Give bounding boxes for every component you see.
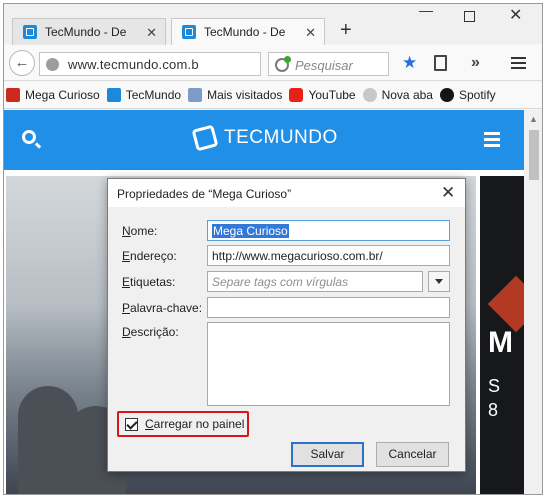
bookmark-properties-dialog: Propriedades de “Mega Curioso” ✕ Nome: M… bbox=[107, 178, 466, 472]
library-icon[interactable] bbox=[434, 55, 447, 71]
keyword-label: Palavra-chave: bbox=[122, 301, 203, 315]
name-field[interactable]: Mega Curioso bbox=[207, 220, 450, 241]
youtube-icon bbox=[289, 88, 304, 102]
tecmundo-favicon-icon bbox=[23, 25, 37, 39]
back-button[interactable]: ← bbox=[9, 50, 35, 76]
search-placeholder: Pesquisar bbox=[295, 58, 353, 73]
window-close-button[interactable]: ✕ bbox=[509, 5, 522, 25]
description-label: Descrição: bbox=[122, 325, 179, 339]
tab-title: TecMundo - De bbox=[204, 25, 286, 39]
browser-window: TecMundo - De ✕ TecMundo - De ✕ + — ✕ ← … bbox=[3, 3, 543, 495]
bookmark-label: Mais visitados bbox=[207, 88, 283, 102]
tecmundo-icon bbox=[106, 88, 121, 102]
bookmark-label: Nova aba bbox=[381, 88, 433, 102]
name-label: Nome: bbox=[122, 224, 158, 238]
address-field[interactable]: http://www.megacurioso.com.br/ bbox=[207, 245, 450, 266]
site-logo-text: TECMUNDO bbox=[224, 127, 338, 148]
bookmark-label: Mega Curioso bbox=[25, 88, 100, 102]
site-search-icon[interactable] bbox=[22, 130, 36, 144]
hero-side-panel[interactable]: M S 8 bbox=[480, 176, 524, 494]
scroll-up-icon[interactable]: ▲ bbox=[529, 114, 538, 124]
search-input[interactable]: Pesquisar bbox=[268, 52, 389, 76]
bookmark-label: YouTube bbox=[308, 88, 356, 102]
bookmark-mega-curioso[interactable]: Mega Curioso bbox=[6, 88, 100, 102]
bookmark-label: TecMundo bbox=[125, 88, 182, 102]
keyword-field[interactable] bbox=[207, 297, 450, 318]
tags-dropdown-button[interactable] bbox=[428, 271, 450, 292]
hero-side-headline: M bbox=[488, 326, 513, 359]
description-field[interactable] bbox=[207, 322, 450, 406]
tecmundo-logo-icon bbox=[191, 124, 219, 152]
mega-curioso-icon bbox=[6, 88, 20, 102]
navigation-toolbar: ← www.tecmundo.com.b ↻ Pesquisar ★ » bbox=[4, 45, 542, 81]
hamburger-menu-icon[interactable] bbox=[511, 54, 526, 72]
cancel-button[interactable]: Cancelar bbox=[376, 442, 449, 467]
overflow-menu-button[interactable]: » bbox=[471, 54, 480, 72]
page-scrollbar[interactable]: ▲ bbox=[524, 110, 542, 494]
bookmark-tecmundo[interactable]: TecMundo bbox=[106, 88, 182, 102]
load-in-sidebar-highlight: Carregar no painel bbox=[117, 411, 249, 437]
tab-title: TecMundo - De bbox=[45, 25, 127, 39]
bookmark-label: Spotify bbox=[458, 88, 496, 102]
bookmark-nova-aba[interactable]: Nova aba bbox=[362, 88, 433, 102]
tags-label: Etiquetas: bbox=[122, 275, 176, 289]
url-bar[interactable]: www.tecmundo.com.b ↻ bbox=[39, 52, 283, 79]
tab-close-icon[interactable]: ✕ bbox=[146, 25, 157, 41]
new-tab-icon bbox=[362, 88, 377, 102]
load-in-sidebar-label[interactable]: Carregar no painel bbox=[145, 417, 244, 431]
tab-close-icon[interactable]: ✕ bbox=[305, 25, 316, 41]
new-tab-button[interactable]: + bbox=[340, 20, 352, 40]
globe-icon bbox=[46, 58, 59, 71]
tecmundo-favicon-icon bbox=[182, 25, 196, 39]
maximize-button[interactable] bbox=[464, 11, 475, 22]
dialog-close-icon[interactable]: ✕ bbox=[441, 183, 455, 203]
hero-side-text: 8 bbox=[488, 400, 499, 420]
hero-side-text: S bbox=[488, 376, 501, 396]
site-logo[interactable]: TECMUNDO bbox=[191, 124, 338, 152]
tab-tecmundo-2[interactable]: TecMundo - De ✕ bbox=[171, 18, 325, 45]
bookmarks-toolbar: Mega Curioso TecMundo Mais visitados You… bbox=[4, 82, 542, 109]
tags-placeholder: Separe tags com vírgulas bbox=[212, 275, 349, 289]
tags-field[interactable]: Separe tags com vírgulas bbox=[207, 271, 423, 292]
bookmark-mais-visitados[interactable]: Mais visitados bbox=[188, 88, 282, 102]
most-visited-icon bbox=[188, 88, 203, 102]
search-engine-icon[interactable] bbox=[275, 56, 291, 72]
site-header: TECMUNDO bbox=[4, 110, 524, 170]
site-menu-icon[interactable] bbox=[484, 132, 500, 150]
name-value[interactable]: Mega Curioso bbox=[212, 224, 289, 238]
bookmark-spotify[interactable]: Spotify bbox=[439, 88, 496, 102]
dialog-title: Propriedades de “Mega Curioso” bbox=[117, 187, 292, 201]
spotify-icon bbox=[439, 88, 454, 102]
tab-strip: TecMundo - De ✕ TecMundo - De ✕ + — ✕ bbox=[4, 4, 542, 45]
badge-icon bbox=[487, 275, 524, 333]
scrollbar-thumb[interactable] bbox=[529, 130, 539, 180]
bookmark-star-icon[interactable]: ★ bbox=[402, 53, 417, 73]
dialog-titlebar: Propriedades de “Mega Curioso” ✕ bbox=[108, 179, 465, 207]
url-text[interactable]: www.tecmundo.com.b bbox=[68, 57, 199, 72]
bookmark-youtube[interactable]: YouTube bbox=[289, 88, 356, 102]
address-label: Endereço: bbox=[122, 249, 177, 263]
minimize-button[interactable]: — bbox=[419, 4, 433, 18]
tab-tecmundo-1[interactable]: TecMundo - De ✕ bbox=[12, 18, 166, 45]
save-button[interactable]: Salvar bbox=[291, 442, 364, 467]
load-in-sidebar-checkbox[interactable] bbox=[125, 418, 138, 431]
